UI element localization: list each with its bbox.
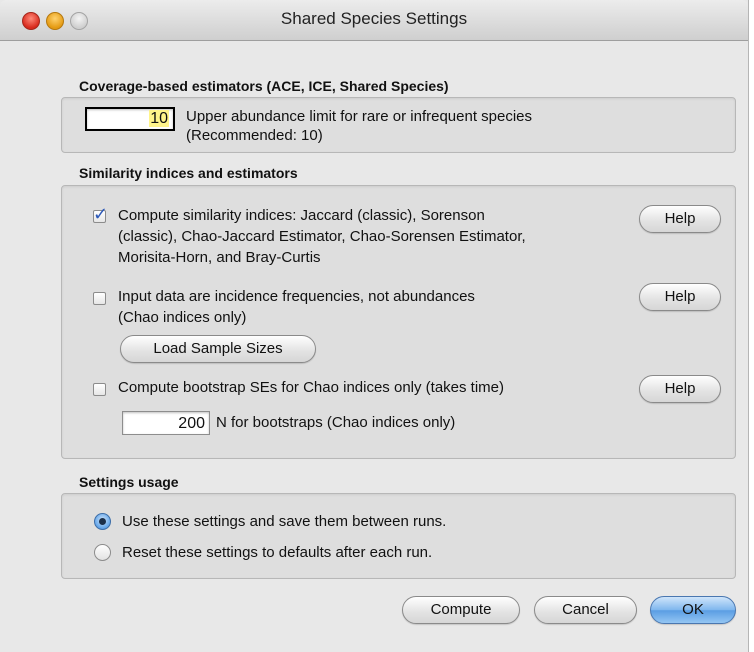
- cancel-button[interactable]: Cancel: [534, 596, 637, 624]
- bootstrap-label: Compute bootstrap SEs for Chao indices o…: [118, 379, 505, 396]
- bootstrap-checkbox[interactable]: [93, 383, 106, 396]
- title-bar: Shared Species Settings: [0, 0, 748, 41]
- checkmark-icon: ✓: [93, 204, 109, 224]
- settings-usage-title: Settings usage: [79, 474, 179, 490]
- incidence-label-line2: (Chao indices only): [118, 309, 247, 326]
- radio-selected-dot: [99, 518, 106, 525]
- rare-limit-value: 10: [149, 110, 169, 127]
- rare-limit-recommendation: (Recommended: 10): [186, 127, 323, 144]
- reset-settings-label: Reset these settings to defaults after e…: [122, 544, 433, 561]
- similarity-section-title: Similarity indices and estimators: [79, 165, 298, 181]
- settings-window: Shared Species Settings Coverage-based e…: [0, 0, 749, 652]
- compute-button[interactable]: Compute: [402, 596, 520, 624]
- window-title: Shared Species Settings: [280, 9, 468, 28]
- similarity-group: ✓ Compute similarity indices: Jaccard (c…: [61, 185, 736, 459]
- compute-indices-label-line1: Compute similarity indices: Jaccard (cla…: [118, 207, 485, 224]
- bootstrap-n-label: N for bootstraps (Chao indices only): [216, 414, 456, 431]
- incidence-label-line1: Input data are incidence frequencies, no…: [118, 288, 475, 305]
- incidence-checkbox[interactable]: [93, 292, 106, 305]
- bootstrap-n-field[interactable]: 200: [122, 411, 210, 435]
- incidence-help-button[interactable]: Help: [639, 283, 721, 311]
- rare-limit-field[interactable]: 10: [85, 107, 175, 131]
- coverage-group: 10 Upper abundance limit for rare or inf…: [61, 97, 736, 153]
- reset-settings-radio[interactable]: [94, 544, 111, 561]
- compute-indices-checkbox[interactable]: ✓: [93, 204, 108, 224]
- load-sample-sizes-button[interactable]: Load Sample Sizes: [120, 335, 316, 363]
- compute-indices-label-line2: (classic), Chao-Jaccard Estimator, Chao-…: [118, 228, 526, 245]
- settings-usage-group: Use these settings and save them between…: [61, 493, 736, 579]
- coverage-section-title: Coverage-based estimators (ACE, ICE, Sha…: [79, 78, 449, 94]
- ok-button[interactable]: OK: [650, 596, 736, 624]
- compute-indices-help-button[interactable]: Help: [639, 205, 721, 233]
- bootstrap-help-button[interactable]: Help: [639, 375, 721, 403]
- save-settings-radio[interactable]: [94, 513, 111, 530]
- compute-indices-label-line3: Morisita-Horn, and Bray-Curtis: [118, 249, 321, 266]
- rare-limit-label: Upper abundance limit for rare or infreq…: [186, 108, 533, 125]
- save-settings-label: Use these settings and save them between…: [122, 513, 447, 530]
